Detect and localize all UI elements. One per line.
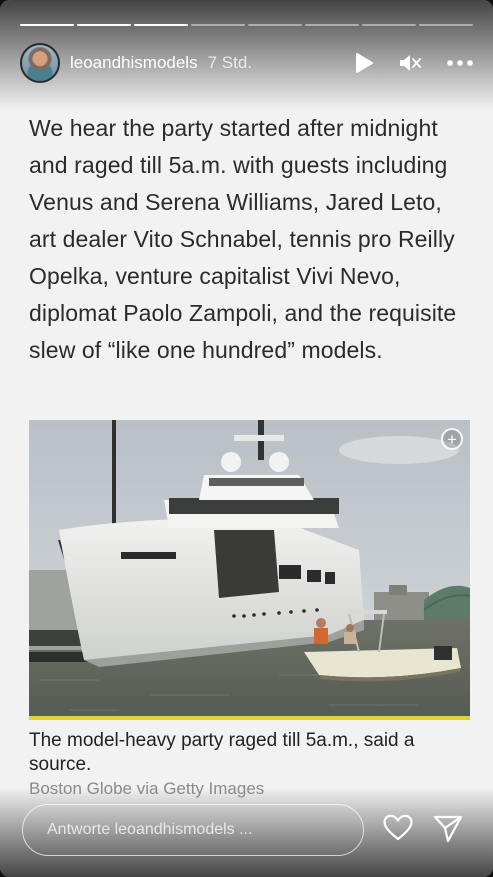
- username[interactable]: leoandhismodels: [70, 53, 198, 73]
- avatar[interactable]: [20, 43, 60, 83]
- progress-segment: [419, 24, 473, 26]
- yacht-photo: +: [29, 420, 470, 720]
- reply-input[interactable]: Antworte leoandhismodels ...: [22, 804, 364, 856]
- reply-placeholder: Antworte leoandhismodels ...: [47, 821, 253, 838]
- plus-circle-icon[interactable]: +: [441, 428, 463, 450]
- mute-icon[interactable]: [399, 53, 421, 73]
- progress-segment: [134, 24, 188, 26]
- photo-credit: Boston Globe via Getty Images: [29, 779, 265, 798]
- send-icon[interactable]: [433, 815, 463, 848]
- progress-segment: [305, 24, 359, 26]
- story-header: leoandhismodels 7 Std.: [20, 42, 473, 84]
- progress-segment: [77, 24, 131, 26]
- header-controls: [355, 53, 473, 73]
- story-viewer[interactable]: leoandhismodels 7 Std. We hear the party…: [0, 0, 493, 877]
- photo-caption: The model-heavy party raged till 5a.m., …: [29, 730, 415, 775]
- progress-segment: [248, 24, 302, 26]
- yacht-photo-image: [29, 420, 470, 720]
- progress-segment: [362, 24, 416, 26]
- more-icon[interactable]: [447, 60, 473, 66]
- story-progress-bar: [20, 24, 473, 27]
- heart-icon[interactable]: [383, 814, 413, 846]
- play-icon[interactable]: [355, 53, 373, 73]
- progress-segment: [20, 24, 74, 26]
- caption-accent-bar: [29, 716, 470, 720]
- post-time: 7 Std.: [207, 53, 253, 72]
- article-text: We hear the party started after midnight…: [29, 115, 457, 363]
- progress-segment: [191, 24, 245, 26]
